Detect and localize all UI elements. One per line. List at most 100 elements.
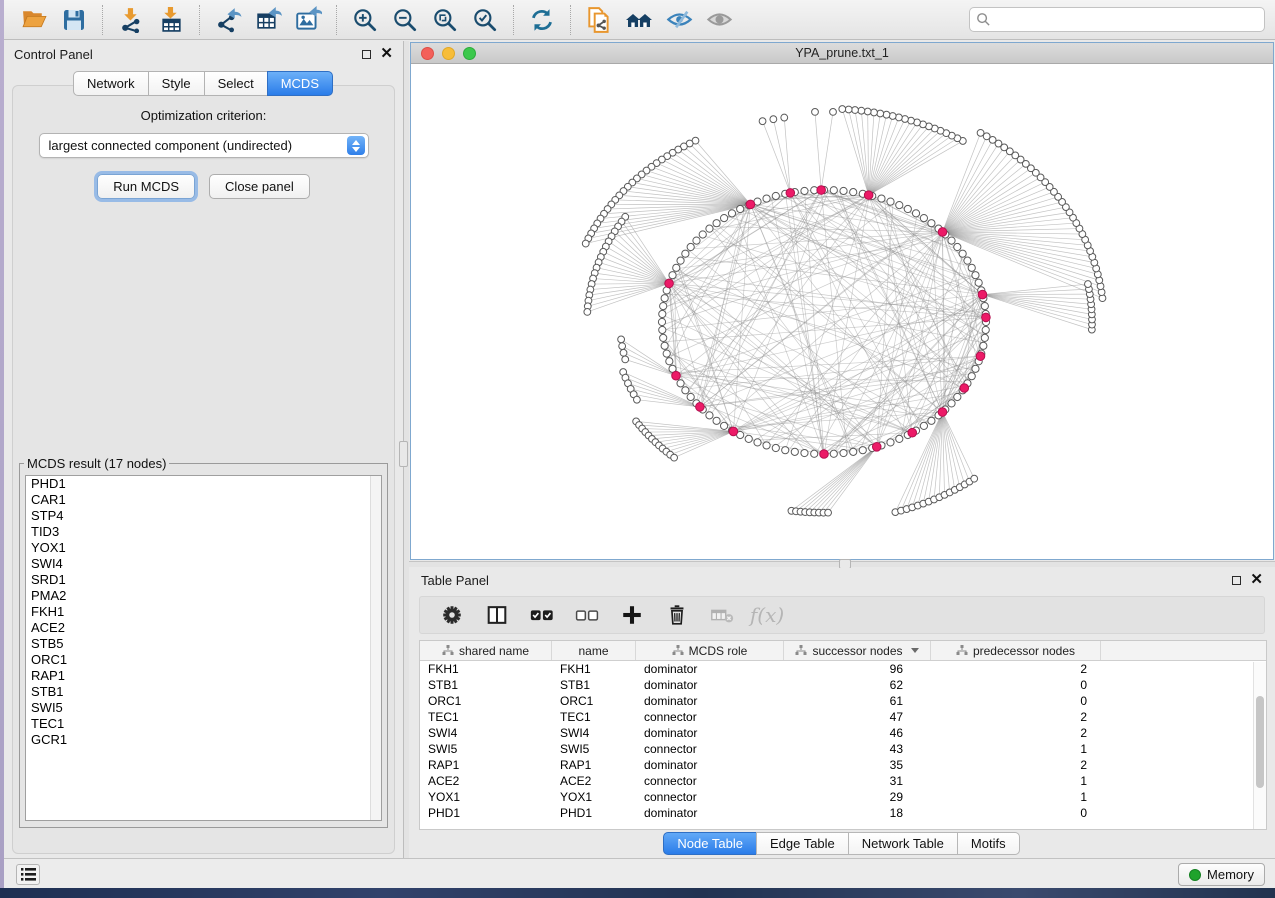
splitter-grip[interactable]: [399, 441, 408, 467]
column-header-filler: [1101, 641, 1266, 660]
float-window-icon[interactable]: [362, 50, 371, 59]
cell-successor-nodes: 46: [784, 725, 931, 741]
table-panel-tabs: Node TableEdge TableNetwork TableMotifs: [409, 832, 1275, 855]
save-session-icon[interactable]: [57, 3, 91, 37]
close-panel-icon[interactable]: ✕: [1250, 575, 1263, 585]
refresh-layout-icon[interactable]: [525, 3, 559, 37]
table-row[interactable]: ACE2ACE2connector311: [420, 773, 1266, 789]
optimization-criterion-label: Optimization criterion:: [13, 108, 394, 123]
tab-mcds[interactable]: MCDS: [267, 71, 333, 96]
mcds-result-item[interactable]: TID3: [26, 524, 381, 540]
right-area: YPA_prune.txt_1 Table Panel ✕: [409, 41, 1275, 858]
add-column-icon[interactable]: [618, 601, 646, 629]
criterion-selected-value: largest connected component (undirected): [49, 138, 293, 153]
table-toolbar: f(x): [419, 596, 1265, 634]
duplicate-network-icon[interactable]: [582, 3, 616, 37]
task-history-button[interactable]: [16, 864, 40, 885]
mcds-result-item[interactable]: STP4: [26, 508, 381, 524]
tab-edge-table[interactable]: Edge Table: [756, 832, 849, 855]
select-all-checkboxes-icon[interactable]: [528, 601, 556, 629]
unselect-all-checkboxes-icon[interactable]: [573, 601, 601, 629]
tab-network[interactable]: Network: [73, 71, 149, 96]
mcds-result-item[interactable]: RAP1: [26, 668, 381, 684]
column-header-predecessor-nodes[interactable]: predecessor nodes: [931, 641, 1101, 660]
mcds-result-item[interactable]: SWI4: [26, 556, 381, 572]
show-columns-icon[interactable]: [483, 601, 511, 629]
mcds-result-item[interactable]: YOX1: [26, 540, 381, 556]
mcds-result-item[interactable]: STB5: [26, 636, 381, 652]
search-icon: [976, 12, 991, 27]
table-row[interactable]: SWI4SWI4dominator462: [420, 725, 1266, 741]
mcds-result-item[interactable]: TEC1: [26, 716, 381, 732]
zoom-in-icon[interactable]: [348, 3, 382, 37]
export-image-icon[interactable]: [291, 3, 325, 37]
table-row[interactable]: ORC1ORC1dominator610: [420, 693, 1266, 709]
table-row[interactable]: YOX1YOX1connector291: [420, 789, 1266, 805]
horizontal-splitter[interactable]: [409, 561, 1275, 567]
table-row[interactable]: STB1STB1dominator620: [420, 677, 1266, 693]
column-header-shared-name[interactable]: shared name: [420, 641, 552, 660]
mcds-result-item[interactable]: GCR1: [26, 732, 381, 748]
tab-node-table[interactable]: Node Table: [663, 832, 757, 855]
mcds-result-item[interactable]: SWI5: [26, 700, 381, 716]
export-network-icon[interactable]: [211, 3, 245, 37]
memory-label: Memory: [1207, 867, 1254, 882]
memory-button[interactable]: Memory: [1178, 863, 1265, 886]
tab-select[interactable]: Select: [204, 71, 268, 96]
close-panel-button[interactable]: Close panel: [209, 174, 310, 199]
cell-predecessor-nodes: 2: [931, 709, 1101, 725]
mcds-result-item[interactable]: STB1: [26, 684, 381, 700]
houses-icon[interactable]: [622, 3, 656, 37]
tab-network-table[interactable]: Network Table: [848, 832, 958, 855]
mcds-result-item[interactable]: ACE2: [26, 620, 381, 636]
mcds-list-scrollbar[interactable]: [370, 476, 381, 820]
close-panel-icon[interactable]: ✕: [380, 49, 393, 59]
scrollbar-thumb[interactable]: [1256, 696, 1264, 788]
column-header-mcds-role[interactable]: MCDS role: [636, 641, 784, 660]
mcds-result-item[interactable]: SRD1: [26, 572, 381, 588]
column-header-successor-nodes[interactable]: successor nodes: [784, 641, 931, 660]
cell-shared-name: FKH1: [420, 661, 552, 677]
open-file-icon[interactable]: [17, 3, 51, 37]
tab-motifs[interactable]: Motifs: [957, 832, 1020, 855]
tab-style[interactable]: Style: [148, 71, 205, 96]
main-toolbar: [4, 0, 1275, 40]
table-row[interactable]: RAP1RAP1dominator352: [420, 757, 1266, 773]
search-input[interactable]: [995, 10, 1258, 30]
cell-predecessor-nodes: 1: [931, 789, 1101, 805]
cell-name: ACE2: [552, 773, 636, 789]
hide-selected-eye-icon[interactable]: [662, 3, 696, 37]
zoom-out-icon[interactable]: [388, 3, 422, 37]
network-graph[interactable]: [411, 64, 1273, 559]
float-window-icon[interactable]: [1232, 576, 1241, 585]
table-row[interactable]: TEC1TEC1connector472: [420, 709, 1266, 725]
network-canvas[interactable]: [411, 64, 1273, 559]
table-row[interactable]: FKH1FKH1dominator962: [420, 661, 1266, 677]
cell-shared-name: SWI4: [420, 725, 552, 741]
mcds-result-item[interactable]: CAR1: [26, 492, 381, 508]
mcds-result-item[interactable]: PMA2: [26, 588, 381, 604]
export-table-icon[interactable]: [251, 3, 285, 37]
cell-successor-nodes: 18: [784, 805, 931, 821]
table-row[interactable]: SWI5SWI5connector431: [420, 741, 1266, 757]
optimization-criterion-select[interactable]: largest connected component (undirected): [39, 133, 369, 158]
show-all-eye-icon[interactable]: [702, 3, 736, 37]
task-list-icon: [21, 868, 36, 881]
column-header-name[interactable]: name: [552, 641, 636, 660]
table-row[interactable]: PHD1PHD1dominator180: [420, 805, 1266, 821]
mcds-result-item[interactable]: PHD1: [26, 476, 381, 492]
mcds-result-item[interactable]: FKH1: [26, 604, 381, 620]
cell-predecessor-nodes: 2: [931, 661, 1101, 677]
zoom-selected-icon[interactable]: [468, 3, 502, 37]
mcds-result-item[interactable]: ORC1: [26, 652, 381, 668]
table-scrollbar[interactable]: [1253, 662, 1266, 829]
delete-column-icon[interactable]: [663, 601, 691, 629]
run-mcds-button[interactable]: Run MCDS: [97, 174, 195, 199]
column-label: MCDS role: [689, 644, 748, 658]
zoom-fit-icon[interactable]: [428, 3, 462, 37]
table-settings-icon[interactable]: [438, 601, 466, 629]
import-table-icon[interactable]: [154, 3, 188, 37]
import-network-icon[interactable]: [114, 3, 148, 37]
cell-shared-name: ACE2: [420, 773, 552, 789]
network-view-titlebar[interactable]: YPA_prune.txt_1: [411, 43, 1273, 64]
